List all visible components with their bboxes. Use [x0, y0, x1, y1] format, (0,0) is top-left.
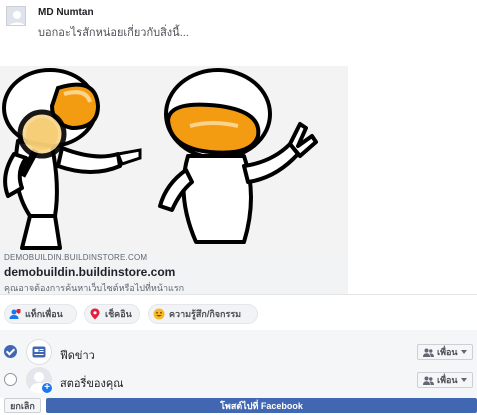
news-feed-label: ฟีดข่าว [60, 350, 95, 362]
post-to-facebook-button[interactable]: โพสต์ไปที่ Facebook [46, 398, 477, 413]
friends-icon [423, 348, 434, 357]
share-destinations: ฟีดข่าว เพื่อน + สตอรี่ของคุณ เพื่อน [0, 330, 477, 398]
smiley-face-icon [153, 308, 165, 320]
add-story-icon: + [41, 382, 53, 394]
chevron-down-icon [460, 350, 467, 354]
your-story-privacy-label: เพื่อน [437, 375, 458, 385]
composer-input[interactable] [38, 24, 458, 42]
your-story-checkbox[interactable] [4, 373, 17, 386]
news-feed-privacy-label: เพื่อน [437, 347, 458, 357]
composer-footer: ยกเลิก โพสต์ไปที่ Facebook [0, 398, 477, 415]
your-story-privacy-selector[interactable]: เพื่อน [417, 372, 473, 388]
check-in-button[interactable]: เช็คอิน [84, 304, 140, 324]
preview-image[interactable] [0, 66, 348, 252]
default-avatar-icon [7, 7, 25, 25]
chevron-down-icon [460, 378, 467, 382]
feeling-activity-label: ความรู้สึก/กิจกรรม [169, 309, 242, 319]
your-story-label: สตอรี่ของคุณ [60, 378, 124, 390]
feeling-activity-button[interactable]: ความรู้สึก/กิจกรรม [148, 304, 258, 324]
link-preview[interactable]: DEMOBUILDIN.BUILDINSTORE.COM demobuildin… [0, 66, 348, 294]
cancel-button[interactable]: ยกเลิก [4, 398, 41, 413]
tag-friends-button[interactable]: แท็กเพื่อน [4, 304, 77, 324]
location-pin-icon [90, 308, 100, 320]
preview-description: คุณอาจต้องการค้นหาเว็บไซต์หรือไปที่หน้าแ… [4, 283, 185, 293]
friends-icon [423, 376, 434, 385]
check-in-label: เช็คอิน [105, 309, 132, 319]
avatar[interactable] [6, 6, 26, 26]
mascot-illustration [0, 66, 348, 252]
tag-friends-icon [9, 309, 21, 319]
news-feed-checkbox[interactable] [4, 345, 17, 358]
story-icon: + [26, 367, 53, 394]
news-feed-privacy-selector[interactable]: เพื่อน [417, 344, 473, 360]
tag-friends-label: แท็กเพื่อน [25, 309, 63, 319]
composer-header: MD Numtan [0, 0, 477, 66]
preview-domain: DEMOBUILDIN.BUILDINSTORE.COM [4, 253, 148, 262]
composer-actions: แท็กเพื่อน เช็คอิน ความรู้สึก/กิจกรรม [0, 294, 477, 330]
destination-news-feed[interactable]: ฟีดข่าว เพื่อน [0, 338, 477, 368]
destination-your-story[interactable]: + สตอรี่ของคุณ เพื่อน [0, 366, 477, 396]
preview-title[interactable]: demobuildin.buildinstore.com [4, 265, 175, 279]
news-feed-icon [26, 339, 52, 365]
user-name[interactable]: MD Numtan [38, 7, 94, 18]
